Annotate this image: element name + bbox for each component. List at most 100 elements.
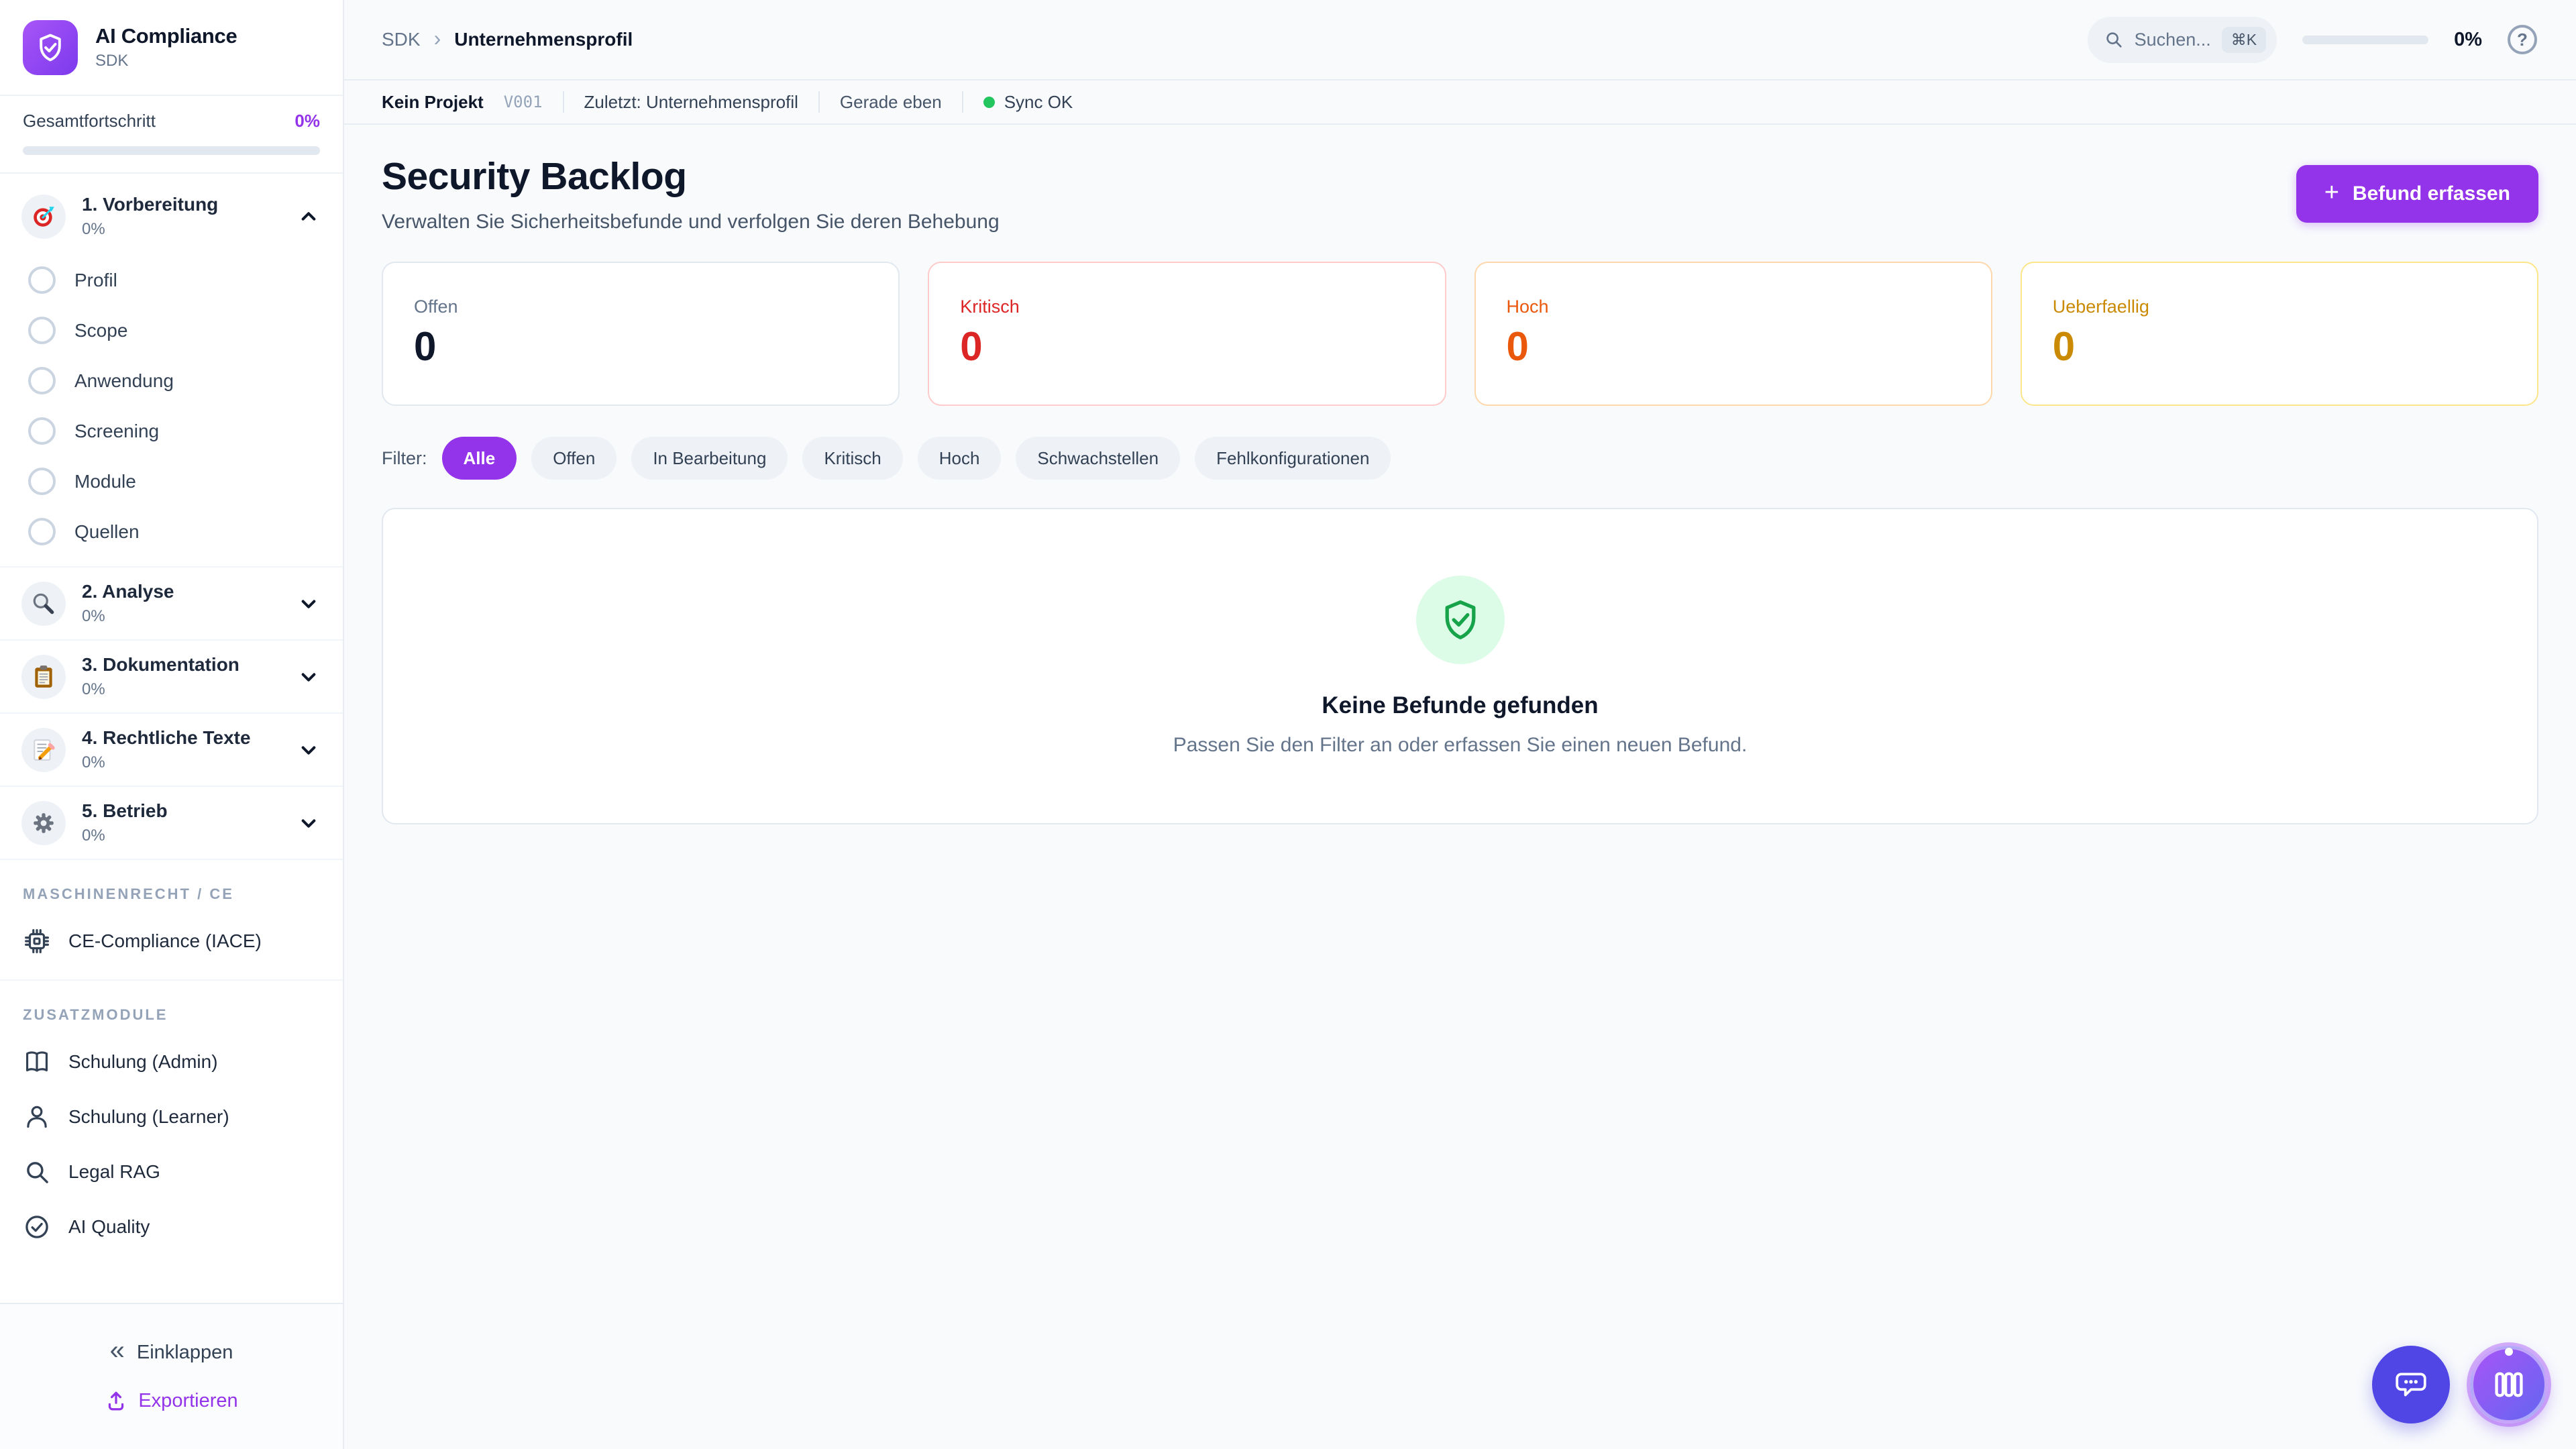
add-finding-button[interactable]: + Befund erfassen	[2296, 165, 2538, 223]
filter-chip-alle[interactable]: Alle	[442, 437, 517, 480]
stat-cards: Offen 0 Kritisch 0 Hoch 0 Ueberfaellig 0	[382, 262, 2538, 406]
section-label-maschinenrecht: MASCHINENRECHT / CE	[0, 859, 343, 914]
page-subtitle: Verwalten Sie Sicherheitsbefunde und ver…	[382, 211, 1000, 233]
filter-bar: Filter: Alle Offen In Bearbeitung Kritis…	[382, 437, 2538, 480]
filter-chip-hoch[interactable]: Hoch	[918, 437, 1002, 480]
topbar-right: Suchen... ⌘K 0% ?	[2088, 17, 2537, 63]
chevron-down-icon	[296, 737, 321, 763]
overall-progress-label: Gesamtfortschritt	[23, 111, 156, 131]
export-button[interactable]: Exportieren	[105, 1389, 237, 1412]
overall-progress: Gesamtfortschritt 0%	[0, 96, 343, 174]
radio-circle-icon	[28, 468, 56, 495]
filter-chip-schwachstellen[interactable]: Schwachstellen	[1016, 437, 1180, 480]
phase-dokumentation: 3. Dokumentation 0%	[0, 639, 343, 712]
search-icon	[2104, 30, 2124, 50]
chat-bubble-icon	[2393, 1366, 2429, 1403]
shield-check-green-icon	[1416, 576, 1505, 664]
sidebar-item-ai-quality[interactable]: AI Quality	[0, 1199, 343, 1254]
phase-subitems: Profil Scope Anwendung Screening Module	[0, 252, 343, 566]
phase-label: 1. Vorbereitung	[82, 194, 218, 215]
sidebar-item-schulung-admin[interactable]: Schulung (Admin)	[0, 1034, 343, 1089]
sidebar: AI Compliance SDK Gesamtfortschritt 0%	[0, 0, 344, 1449]
shield-check-icon	[35, 32, 66, 63]
sidebar-item-legal-rag[interactable]: Legal RAG	[0, 1144, 343, 1199]
radio-circle-icon	[28, 417, 56, 445]
radio-circle-icon	[28, 367, 56, 394]
sidebar-item-scope[interactable]: Scope	[0, 305, 343, 356]
sidebar-item-screening[interactable]: Screening	[0, 406, 343, 456]
floating-buttons	[2372, 1346, 2548, 1424]
phase-header-dokumentation[interactable]: 3. Dokumentation 0%	[0, 641, 343, 712]
breadcrumb: SDK › Unternehmensprofil	[382, 29, 633, 51]
status-bar: Kein Projekt V001 Zuletzt: Unternehmensp…	[344, 79, 2576, 125]
app-title-block: AI Compliance SDK	[95, 24, 237, 70]
page-title: Security Backlog	[382, 154, 1000, 199]
phase-header-rechtliche-texte[interactable]: 4. Rechtliche Texte 0%	[0, 714, 343, 786]
sidebar-item-anwendung[interactable]: Anwendung	[0, 356, 343, 406]
page-content: Security Backlog Verwalten Sie Sicherhei…	[344, 125, 2576, 1449]
sidebar-item-profil[interactable]: Profil	[0, 255, 343, 305]
sidebar-item-module[interactable]: Module	[0, 456, 343, 506]
sidebar-header: AI Compliance SDK	[0, 0, 343, 96]
timestamp: Gerade eben	[840, 92, 942, 113]
radio-circle-icon	[28, 317, 56, 344]
book-icon	[23, 1048, 51, 1076]
sidebar-item-ce-compliance[interactable]: CE-Compliance (IACE)	[0, 914, 343, 969]
question-mark-icon: ?	[2517, 30, 2528, 50]
filter-chip-offen[interactable]: Offen	[531, 437, 616, 480]
project-name: Kein Projekt	[382, 92, 484, 113]
app-logo	[23, 20, 78, 75]
clipboard-icon	[21, 655, 66, 699]
app-subtitle: SDK	[95, 52, 237, 70]
collapse-sidebar-button[interactable]: « Einklappen	[110, 1341, 233, 1364]
phase-rechtliche-texte: 4. Rechtliche Texte 0%	[0, 712, 343, 786]
check-circle-icon	[23, 1213, 51, 1241]
sidebar-item-schulung-learner[interactable]: Schulung (Learner)	[0, 1089, 343, 1144]
notification-dot	[2505, 1348, 2513, 1356]
empty-state-panel: Keine Befunde gefunden Passen Sie den Fi…	[382, 508, 2538, 824]
search-placeholder: Suchen...	[2135, 30, 2211, 50]
chevron-down-icon	[296, 664, 321, 690]
chat-button[interactable]	[2372, 1346, 2450, 1424]
memo-pencil-icon	[21, 728, 66, 772]
empty-state-subtitle: Passen Sie den Filter an oder erfassen S…	[1173, 734, 1748, 757]
phase-percent: 0%	[82, 220, 218, 239]
app-name: AI Compliance	[95, 24, 237, 48]
phase-header-betrieb[interactable]: 5. Betrieb 0%	[0, 787, 343, 859]
filter-chip-kritisch[interactable]: Kritisch	[802, 437, 902, 480]
sidebar-item-quellen[interactable]: Quellen	[0, 506, 343, 557]
search-icon	[23, 1158, 51, 1186]
stat-card-hoch: Hoch 0	[1474, 262, 1992, 406]
phase-header-vorbereitung[interactable]: 1. Vorbereitung 0%	[0, 180, 343, 252]
divider	[818, 91, 820, 113]
sidebar-nav: 1. Vorbereitung 0% Profil Scope	[0, 174, 343, 1303]
topbar-progress-track	[2302, 36, 2428, 44]
user-icon	[23, 1103, 51, 1131]
target-icon	[21, 195, 66, 239]
gear-icon	[21, 801, 66, 845]
help-button[interactable]: ?	[2508, 25, 2537, 54]
plus-icon: +	[2324, 180, 2339, 205]
filter-chip-in-bearbeitung[interactable]: In Bearbeitung	[631, 437, 788, 480]
divider	[563, 91, 564, 113]
divider	[962, 91, 963, 113]
topbar: SDK › Unternehmensprofil Suchen... ⌘K 0%…	[344, 0, 2576, 79]
phase-betrieb: 5. Betrieb 0%	[0, 786, 343, 859]
empty-state-title: Keine Befunde gefunden	[1322, 692, 1598, 719]
radio-circle-icon	[28, 518, 56, 545]
search-input[interactable]: Suchen... ⌘K	[2088, 17, 2277, 63]
title-row: Security Backlog Verwalten Sie Sicherhei…	[382, 154, 2538, 233]
chevron-up-icon	[296, 204, 321, 229]
columns-icon	[2491, 1367, 2526, 1402]
chip-icon	[23, 927, 51, 955]
sync-ok-dot-icon	[983, 97, 995, 108]
breadcrumb-root[interactable]: SDK	[382, 29, 421, 50]
phase-header-analyse[interactable]: 2. Analyse 0%	[0, 568, 343, 639]
search-shortcut-badge: ⌘K	[2222, 27, 2266, 53]
chevron-down-icon	[296, 810, 321, 836]
magnifier-icon	[21, 582, 66, 626]
board-view-button[interactable]	[2470, 1346, 2548, 1424]
upload-icon	[105, 1389, 127, 1412]
double-chevron-left-icon: «	[110, 1337, 125, 1364]
filter-chip-fehlkonfigurationen[interactable]: Fehlkonfigurationen	[1195, 437, 1391, 480]
